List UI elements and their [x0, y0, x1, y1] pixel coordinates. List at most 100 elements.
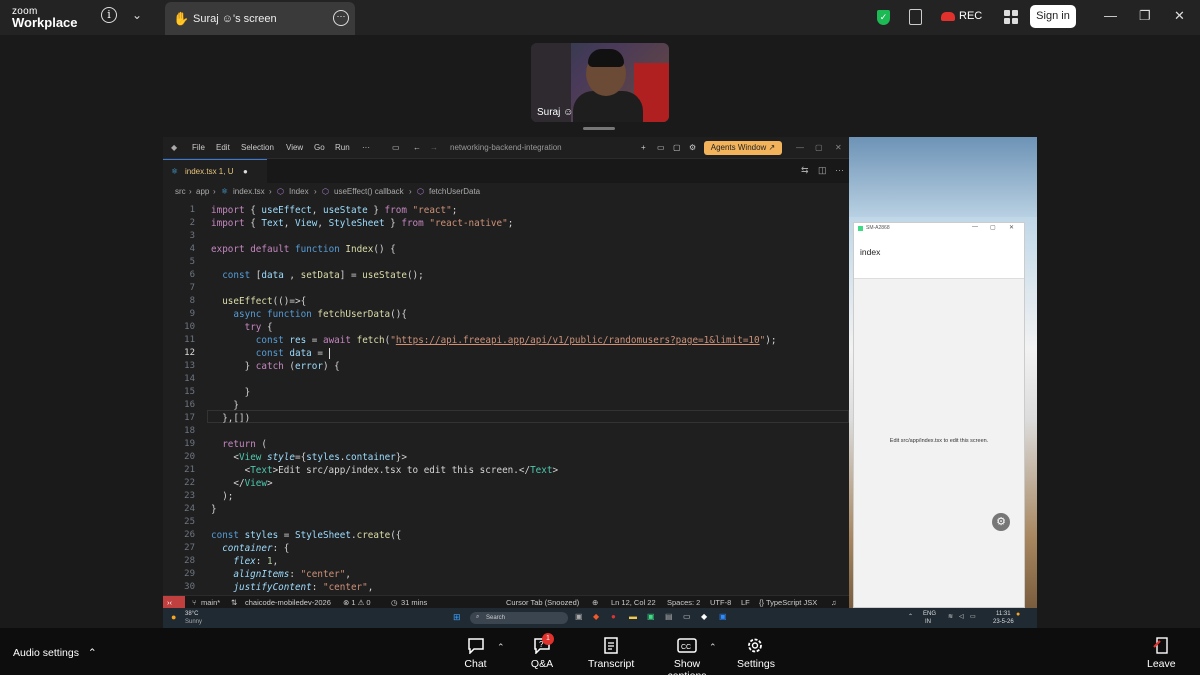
breadcrumb-file[interactable]: index.tsx: [233, 187, 265, 196]
code-line: justifyContent: "center",: [233, 582, 374, 593]
settings-button[interactable]: Settings: [737, 637, 775, 670]
menu-view[interactable]: View: [286, 143, 303, 152]
restore-icon[interactable]: ❐: [1139, 8, 1151, 24]
sign-in-button[interactable]: Sign in: [1030, 5, 1076, 28]
captions-caret-icon[interactable]: ⌃: [709, 642, 717, 653]
menu-run[interactable]: Run: [335, 143, 350, 152]
vscode-minimize-icon[interactable]: —: [796, 143, 804, 152]
plus-icon[interactable]: +: [641, 143, 646, 152]
menu-go[interactable]: Go: [314, 143, 325, 152]
line-number: 23: [184, 491, 195, 501]
security-shield-icon[interactable]: ✓: [877, 10, 890, 25]
audio-settings-button[interactable]: Audio settings ⌃: [13, 647, 97, 659]
code-line: </View>: [211, 478, 273, 489]
search-icon: ⌕: [476, 614, 480, 620]
wifi-icon[interactable]: ≋: [948, 613, 953, 620]
clock-date[interactable]: 23-5-26: [993, 619, 1014, 625]
tray-expand-icon[interactable]: ⌃: [908, 613, 913, 620]
menu-selection[interactable]: Selection: [241, 143, 274, 152]
command-center[interactable]: networking-backend-integration: [450, 143, 562, 152]
problems-indicator[interactable]: ⊗ 1 ⚠ 0: [343, 598, 371, 607]
zoom-app-icon[interactable]: ▣: [719, 612, 727, 621]
eol[interactable]: LF: [741, 598, 750, 607]
qa-button[interactable]: ? 1 Q&A: [528, 633, 556, 670]
vscode-close-icon[interactable]: ✕: [835, 143, 842, 152]
minimize-icon[interactable]: —: [1104, 8, 1117, 23]
taskbar-app-icon[interactable]: ●: [611, 612, 616, 621]
screen-share-tab[interactable]: ✋ Suraj ☺'s screen ···: [165, 2, 355, 35]
back-arrow-icon[interactable]: ←: [413, 143, 421, 152]
clock-time[interactable]: 11:31: [996, 611, 1011, 617]
more-actions-icon[interactable]: ···: [835, 165, 844, 175]
chat-caret-icon[interactable]: ⌃: [497, 642, 505, 653]
menu-more[interactable]: ···: [362, 143, 370, 152]
cursor-position[interactable]: Ln 12, Col 22: [611, 598, 656, 607]
android-studio-icon[interactable]: ▣: [647, 612, 655, 621]
battery-icon[interactable]: ▭: [970, 613, 976, 620]
file-explorer-icon[interactable]: ▬: [629, 612, 637, 621]
emulator-restore-icon[interactable]: ▢: [990, 224, 996, 231]
taskbar-app-icon[interactable]: ▤: [665, 612, 673, 621]
sync-icon[interactable]: ⇅: [231, 598, 237, 607]
vscode-restore-icon[interactable]: ▢: [815, 143, 823, 152]
chat-button[interactable]: Chat: [463, 637, 488, 670]
view-grid-icon[interactable]: [1004, 10, 1018, 24]
breadcrumb-index[interactable]: Index: [289, 187, 309, 196]
volume-icon[interactable]: ◁: [959, 613, 964, 620]
line-number: 3: [189, 231, 195, 241]
notes-icon[interactable]: [909, 9, 922, 25]
taskbar-search[interactable]: ⌕ Search: [470, 612, 568, 624]
unsaved-dot-icon[interactable]: ●: [243, 167, 248, 176]
settings-gear-icon[interactable]: ⚙: [689, 143, 696, 152]
notifications-bell-icon[interactable]: ♫: [831, 598, 837, 607]
transcript-button[interactable]: Transcript: [588, 637, 634, 670]
breadcrumb-src[interactable]: src: [175, 187, 186, 196]
cursor-tab-status[interactable]: Cursor Tab (Snoozed): [506, 598, 579, 607]
info-icon[interactable]: i: [101, 7, 117, 23]
breadcrumb-fetchuserdata[interactable]: fetchUserData: [429, 187, 480, 196]
workspace-name[interactable]: chaicode-mobiledev-2026: [245, 598, 331, 607]
app-body-text: Edit src/app/index.tsx to edit this scre…: [889, 438, 989, 444]
emulator-close-icon[interactable]: ✕: [1009, 224, 1014, 231]
tab-index-tsx[interactable]: ⚛ index.tsx 1, U ●: [163, 159, 267, 183]
cursor-app-icon[interactable]: ◆: [701, 612, 707, 621]
line-number: 28: [184, 556, 195, 566]
windows-start-icon[interactable]: ⊞: [453, 612, 461, 623]
menu-file[interactable]: File: [192, 143, 205, 152]
agents-window-button[interactable]: Agents Window ↗: [704, 141, 782, 155]
leave-button[interactable]: Leave: [1147, 637, 1176, 670]
android-emulator-window[interactable]: SM-A2868 — ▢ ✕ index Edit src/app/index.…: [853, 222, 1025, 608]
indentation[interactable]: Spaces: 2: [667, 598, 700, 607]
layout-icon[interactable]: ▭: [392, 143, 400, 152]
split-editor-icon[interactable]: ◫: [818, 165, 827, 176]
panel-icon[interactable]: ▭: [657, 143, 665, 152]
code-line: flex: 1,: [233, 556, 279, 567]
line-number: 26: [184, 530, 195, 540]
input-language[interactable]: ENG: [923, 611, 936, 617]
terminal-icon[interactable]: ▭: [683, 612, 691, 621]
chat-icon[interactable]: ▢: [673, 143, 681, 152]
forward-arrow-icon[interactable]: →: [430, 143, 438, 152]
code-editor[interactable]: 1 import { useEffect, useState } from "r…: [163, 199, 849, 595]
notification-icon[interactable]: ●: [1016, 611, 1020, 618]
recording-indicator[interactable]: REC: [941, 10, 982, 22]
video-drag-handle[interactable]: [583, 127, 615, 130]
menu-edit[interactable]: Edit: [216, 143, 230, 152]
more-options-icon[interactable]: ···: [333, 10, 349, 26]
encoding[interactable]: UTF-8: [710, 598, 731, 607]
language-mode[interactable]: {} TypeScript JSX: [759, 598, 817, 607]
dev-menu-gear-icon[interactable]: ⚙: [992, 513, 1010, 531]
session-time: 31 mins: [401, 598, 428, 607]
breadcrumb-app[interactable]: app: [196, 187, 209, 196]
compare-icon[interactable]: ⇆: [801, 165, 809, 176]
brave-icon[interactable]: ◆: [593, 612, 599, 621]
line-number: 6: [189, 270, 195, 280]
chevron-down-icon[interactable]: ⌄: [132, 8, 142, 22]
breadcrumb-callback[interactable]: useEffect() callback: [334, 187, 404, 196]
branch-name[interactable]: main*: [201, 598, 220, 607]
emulator-minimize-icon[interactable]: —: [972, 224, 978, 230]
weather-temp[interactable]: 38°C: [185, 611, 198, 617]
close-icon[interactable]: ✕: [1174, 8, 1185, 24]
zoom-in-icon[interactable]: ⊕: [592, 598, 598, 607]
taskbar-app-icon[interactable]: ▣: [575, 612, 583, 621]
